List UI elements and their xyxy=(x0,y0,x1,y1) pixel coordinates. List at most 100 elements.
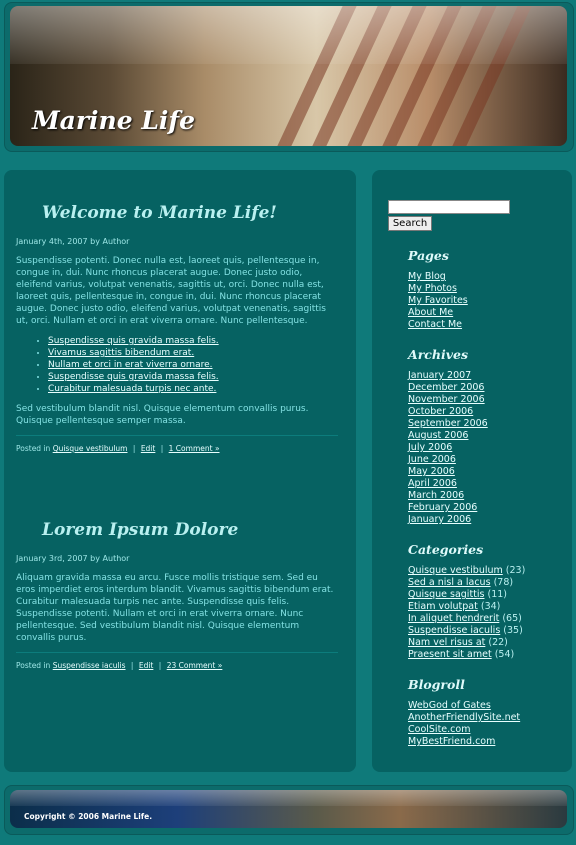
archive-link[interactable]: May 2006 xyxy=(408,466,455,477)
category-count: (34) xyxy=(480,601,501,612)
archive-item[interactable]: March 2006 xyxy=(408,490,568,502)
blogroll-link[interactable]: MyBestFriend.com xyxy=(408,736,495,747)
category-count: (35) xyxy=(503,625,523,636)
category-item[interactable]: Praesent sit amet (54) xyxy=(408,649,568,661)
archive-link[interactable]: February 2006 xyxy=(408,502,477,513)
archive-item[interactable]: April 2006 xyxy=(408,478,568,490)
post-edit-link[interactable]: Edit xyxy=(141,444,156,453)
list-item[interactable]: Suspendisse quis gravida massa felis. xyxy=(48,371,338,383)
post-title[interactable]: Welcome to Marine Life! xyxy=(42,203,338,223)
post-comments-link[interactable]: 23 Comment » xyxy=(167,661,223,670)
blogroll-link[interactable]: WebGod of Gates xyxy=(408,700,491,711)
post-paragraph: Sed vestibulum blandit nisl. Quisque ele… xyxy=(16,404,309,426)
post-category-link[interactable]: Quisque vestibulum xyxy=(53,444,128,453)
blogroll-link[interactable]: CoolSite.com xyxy=(408,724,470,735)
category-item[interactable]: Quisque sagittis (11) xyxy=(408,589,568,601)
post-footer: Posted in Quisque vestibulum | Edit | 1 … xyxy=(16,435,338,453)
search-button[interactable]: Search xyxy=(388,216,432,231)
category-link[interactable]: Praesent sit amet xyxy=(408,649,492,660)
archive-item[interactable]: June 2006 xyxy=(408,454,568,466)
blogroll-item[interactable]: CoolSite.com xyxy=(408,724,568,736)
archive-link[interactable]: December 2006 xyxy=(408,382,484,393)
post-comments-link[interactable]: 1 Comment » xyxy=(169,444,220,453)
archive-link[interactable]: January 2006 xyxy=(408,514,471,525)
page-link[interactable]: My Blog xyxy=(408,271,446,282)
post-category-link[interactable]: Suspendisse iaculis xyxy=(53,661,126,670)
post-welcome: Welcome to Marine Life! January 4th, 200… xyxy=(16,203,338,453)
categories-heading: Categories xyxy=(408,542,484,557)
sidebar-item-my-photos[interactable]: My Photos xyxy=(408,283,568,295)
blogroll-item[interactable]: MyBestFriend.com xyxy=(408,736,568,748)
category-item[interactable]: Suspendisse iaculis (35) xyxy=(408,625,568,637)
blogroll-link[interactable]: AnotherFriendlySite.net xyxy=(408,712,520,723)
category-item[interactable]: Sed a nisl a lacus (78) xyxy=(408,577,568,589)
category-link[interactable]: Quisque vestibulum xyxy=(408,565,503,576)
archive-link[interactable]: October 2006 xyxy=(408,406,473,417)
archive-item[interactable]: January 2007 xyxy=(408,370,568,382)
archive-item[interactable]: October 2006 xyxy=(408,406,568,418)
sidebar-item-my-favorites[interactable]: My Favorites xyxy=(408,295,568,307)
sidebar-archives: Archives January 2007 December 2006 Nove… xyxy=(408,347,568,526)
category-count: (11) xyxy=(487,589,508,600)
list-link[interactable]: Suspendisse quis gravida massa felis. xyxy=(48,372,219,382)
list-item[interactable]: Vivamus sagittis bibendum erat. xyxy=(48,347,338,359)
archive-item[interactable]: November 2006 xyxy=(408,394,568,406)
blogroll-item[interactable]: AnotherFriendlySite.net xyxy=(408,712,568,724)
archive-item[interactable]: January 2006 xyxy=(408,514,568,526)
category-link[interactable]: Sed a nisl a lacus xyxy=(408,577,491,588)
archive-link[interactable]: January 2007 xyxy=(408,370,471,381)
post-body: Aliquam gravida massa eu arcu. Fusce mol… xyxy=(16,572,338,644)
archive-item[interactable]: August 2006 xyxy=(408,430,568,442)
archive-link[interactable]: April 2006 xyxy=(408,478,457,489)
archives-heading: Archives xyxy=(408,347,468,362)
category-link[interactable]: Suspendisse iaculis xyxy=(408,625,500,636)
list-link[interactable]: Suspendisse quis gravida massa felis. xyxy=(48,336,219,346)
category-count: (65) xyxy=(502,613,522,624)
list-item[interactable]: Nullam et orci in erat viverra ornare. xyxy=(48,359,338,371)
page-link[interactable]: My Photos xyxy=(408,283,457,294)
page-link[interactable]: Contact Me xyxy=(408,319,462,330)
sidebar-item-about-me[interactable]: About Me xyxy=(408,307,568,319)
post-paragraph: Suspendisse potenti. Donec nulla est, la… xyxy=(16,256,326,326)
list-link[interactable]: Curabitur malesuada turpis nec ante. xyxy=(48,384,216,394)
archive-link[interactable]: August 2006 xyxy=(408,430,468,441)
post-meta: January 4th, 2007 by Author xyxy=(16,237,130,246)
archive-item[interactable]: December 2006 xyxy=(408,382,568,394)
search-input[interactable] xyxy=(388,200,510,214)
category-item[interactable]: In aliquet hendrerit (65) xyxy=(408,613,568,625)
archive-item[interactable]: July 2006 xyxy=(408,442,568,454)
archive-link[interactable]: July 2006 xyxy=(408,442,452,453)
category-link[interactable]: Nam vel risus at xyxy=(408,637,485,648)
list-item[interactable]: Curabitur malesuada turpis nec ante. xyxy=(48,383,338,395)
list-link[interactable]: Nullam et orci in erat viverra ornare. xyxy=(48,360,213,370)
post-meta: January 3rd, 2007 by Author xyxy=(16,554,130,563)
list-link[interactable]: Vivamus sagittis bibendum erat. xyxy=(48,348,194,358)
archive-link[interactable]: March 2006 xyxy=(408,490,464,501)
list-item[interactable]: Suspendisse quis gravida massa felis. xyxy=(48,335,338,347)
post-list: Suspendisse quis gravida massa felis. Vi… xyxy=(16,335,338,395)
archive-item[interactable]: May 2006 xyxy=(408,466,568,478)
sidebar-item-my-blog[interactable]: My Blog xyxy=(408,271,568,283)
archive-link[interactable]: September 2006 xyxy=(408,418,488,429)
header-banner: Marine Life xyxy=(4,2,574,152)
archive-item[interactable]: September 2006 xyxy=(408,418,568,430)
category-link[interactable]: In aliquet hendrerit xyxy=(408,613,499,624)
post-edit-link[interactable]: Edit xyxy=(139,661,154,670)
category-link[interactable]: Etiam volutpat xyxy=(408,601,478,612)
archive-item[interactable]: February 2006 xyxy=(408,502,568,514)
site-title[interactable]: Marine Life xyxy=(32,106,195,135)
category-item[interactable]: Etiam volutpat (34) xyxy=(408,601,568,613)
archive-link[interactable]: June 2006 xyxy=(408,454,456,465)
page-link[interactable]: My Favorites xyxy=(408,295,468,306)
post-title[interactable]: Lorem Ipsum Dolore xyxy=(42,520,338,540)
blogroll-item[interactable]: WebGod of Gates xyxy=(408,700,568,712)
post-footer: Posted in Suspendisse iaculis | Edit | 2… xyxy=(16,652,338,670)
category-item[interactable]: Quisque vestibulum (23) xyxy=(408,565,568,577)
page-link[interactable]: About Me xyxy=(408,307,453,318)
sidebar-item-contact-me[interactable]: Contact Me xyxy=(408,319,568,331)
sidebar-blogroll: Blogroll WebGod of Gates AnotherFriendly… xyxy=(408,677,568,748)
archive-link[interactable]: November 2006 xyxy=(408,394,485,405)
category-link[interactable]: Quisque sagittis xyxy=(408,589,484,600)
pages-heading: Pages xyxy=(408,248,449,263)
category-item[interactable]: Nam vel risus at (22) xyxy=(408,637,568,649)
